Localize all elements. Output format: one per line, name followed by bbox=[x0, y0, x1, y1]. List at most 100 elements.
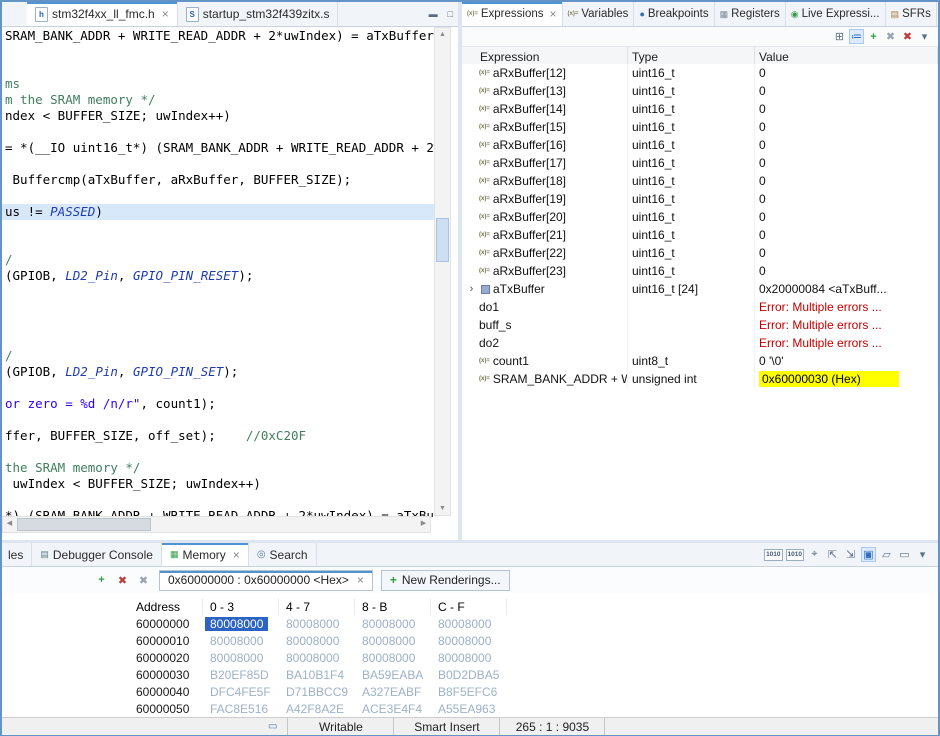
memory-cell[interactable]: ACE3E4F4 bbox=[355, 702, 431, 716]
expression-row[interactable]: (x)=aRxBuffer[15]uint16_t0 bbox=[462, 118, 938, 136]
expression-row[interactable]: (x)=aRxBuffer[22]uint16_t0 bbox=[462, 244, 938, 262]
scroll-up-icon[interactable]: ▲ bbox=[435, 28, 450, 41]
memory-row[interactable]: 6000001080008000800080008000800080008000 bbox=[129, 632, 938, 649]
scroll-right-icon[interactable]: ▶ bbox=[417, 517, 430, 532]
code-line[interactable] bbox=[5, 188, 434, 204]
code-line[interactable] bbox=[5, 316, 434, 332]
tab-registers[interactable]: ▦Registers bbox=[715, 2, 786, 26]
memory-cell[interactable]: 80008000 bbox=[279, 634, 355, 648]
expression-row[interactable]: (x)=aRxBuffer[19]uint16_t0 bbox=[462, 190, 938, 208]
tab-startup-stm32f439zitx-s[interactable]: Sstartup_stm32f439zitx.s bbox=[178, 2, 339, 26]
toggle-split-icon[interactable]: 1010 bbox=[786, 549, 804, 561]
memory-row[interactable]: 6000002080008000800080008000800080008000 bbox=[129, 649, 938, 666]
memory-cell[interactable]: 80008000 bbox=[355, 617, 431, 631]
code-line[interactable] bbox=[5, 444, 434, 460]
expression-row[interactable]: (x)=aRxBuffer[16]uint16_t0 bbox=[462, 136, 938, 154]
code-line[interactable]: / bbox=[5, 252, 434, 268]
view-menu-icon[interactable]: ▾ bbox=[917, 29, 932, 44]
code-line[interactable]: m the SRAM memory */ bbox=[5, 92, 434, 108]
expression-row[interactable]: (x)=aRxBuffer[21]uint16_t0 bbox=[462, 226, 938, 244]
code-line[interactable]: = *(__IO uint16_t*) (SRAM_BANK_ADDR + WR… bbox=[5, 140, 434, 156]
code-line[interactable]: ffer, BUFFER_SIZE, off_set); //0xC20F bbox=[5, 428, 434, 444]
tab-variables[interactable]: (x)=Variables bbox=[563, 2, 635, 26]
tab-debugger-console[interactable]: ▤Debugger Console bbox=[32, 543, 162, 566]
memory-cell[interactable]: B0D2DBA5 bbox=[431, 668, 507, 682]
code-line[interactable] bbox=[5, 284, 434, 300]
tab-expressions[interactable]: (x)=Expressions× bbox=[462, 2, 563, 26]
memory-cell[interactable]: 80008000 bbox=[203, 651, 279, 665]
code-line[interactable] bbox=[5, 412, 434, 428]
memory-cell[interactable]: DFC4FE5F bbox=[203, 685, 279, 699]
remove-all-expressions-icon[interactable]: ✖ bbox=[900, 29, 915, 44]
code-line[interactable] bbox=[5, 220, 434, 236]
expand-arrow-icon[interactable]: › bbox=[465, 283, 478, 295]
maximize-icon[interactable]: □ bbox=[448, 9, 453, 19]
memory-row[interactable]: 60000050FAC8E516A42F8A2EACE3E4F4A55EA963 bbox=[129, 700, 938, 717]
column-header-0-3[interactable]: 0 - 3 bbox=[203, 598, 279, 615]
memory-cell[interactable]: 80008000 bbox=[279, 617, 355, 631]
code-line[interactable]: ndex < BUFFER_SIZE; uwIndex++) bbox=[5, 108, 434, 124]
tab-search[interactable]: ◎Search bbox=[249, 543, 317, 566]
code-line[interactable] bbox=[5, 60, 434, 76]
expression-row[interactable]: (x)=count1uint8_t0 '\0' bbox=[462, 352, 938, 370]
vertical-scrollbar-thumb[interactable] bbox=[436, 218, 449, 262]
code-line[interactable] bbox=[5, 44, 434, 60]
column-header-address[interactable]: Address bbox=[129, 598, 203, 615]
code-line[interactable]: uwIndex < BUFFER_SIZE; uwIndex++) bbox=[5, 476, 434, 492]
remove-memory-monitor-icon[interactable]: ✖ bbox=[115, 573, 130, 588]
memory-cell[interactable]: 80008000 bbox=[431, 634, 507, 648]
column-header-c-f[interactable]: C - F bbox=[431, 598, 507, 615]
memory-cell[interactable]: FAC8E516 bbox=[203, 702, 279, 716]
add-expression-icon[interactable]: + bbox=[866, 29, 881, 44]
tab-memory[interactable]: ▦Memory× bbox=[162, 543, 249, 566]
code-line[interactable]: SRAM_BANK_ADDR + WRITE_READ_ADDR + 2*uwI… bbox=[5, 28, 434, 44]
memory-row[interactable]: 60000040DFC4FE5FD71BBCC9A327EABFB8F5EFC6 bbox=[129, 683, 938, 700]
close-icon[interactable]: × bbox=[357, 573, 364, 587]
column-header-8-b[interactable]: 8 - B bbox=[355, 598, 431, 615]
close-icon[interactable]: × bbox=[233, 548, 240, 562]
memory-cell[interactable]: A327EABF bbox=[355, 685, 431, 699]
view-menu-icon[interactable]: ▾ bbox=[915, 547, 930, 562]
memory-cell[interactable]: D71BBCC9 bbox=[279, 685, 355, 699]
import-memory-icon[interactable]: ⇱ bbox=[825, 547, 840, 562]
new-memory-view-icon[interactable]: ▭ bbox=[897, 547, 912, 562]
memory-cell[interactable]: A55EA963 bbox=[431, 702, 507, 716]
scroll-down-icon[interactable]: ▼ bbox=[435, 502, 450, 515]
code-line[interactable]: us != PASSED) bbox=[2, 204, 434, 220]
tab-breakpoints[interactable]: ●Breakpoints bbox=[634, 2, 714, 26]
expression-row[interactable]: (x)=aRxBuffer[20]uint16_t0 bbox=[462, 208, 938, 226]
code-line[interactable] bbox=[5, 124, 434, 140]
expression-row[interactable]: do2Error: Multiple errors ... bbox=[462, 334, 938, 352]
memory-cell[interactable]: 80008000 bbox=[355, 651, 431, 665]
code-line[interactable]: or zero = %d /n/r", count1); bbox=[5, 396, 434, 412]
expression-row[interactable]: (x)=SRAM_BANK_ADDR + WRunsigned int0x600… bbox=[462, 370, 938, 388]
memory-cell[interactable]: 80008000 bbox=[431, 651, 507, 665]
show-columns-icon[interactable]: ≔ bbox=[849, 29, 864, 44]
expression-row[interactable]: (x)=aRxBuffer[23]uint16_t0 bbox=[462, 262, 938, 280]
code-line[interactable]: ms bbox=[5, 76, 434, 92]
toggle-monitors-icon[interactable]: 1010 bbox=[764, 549, 782, 561]
minimize-icon[interactable]: ▬ bbox=[429, 9, 438, 19]
expression-row[interactable]: do1Error: Multiple errors ... bbox=[462, 298, 938, 316]
memory-cell[interactable]: 80008000 bbox=[203, 634, 279, 648]
memory-cell[interactable]: 80008000 bbox=[279, 651, 355, 665]
scroll-left-icon[interactable]: ◀ bbox=[3, 517, 16, 532]
memory-row[interactable]: 60000030B20EF85DBA10B1F4BA59EABAB0D2DBA5 bbox=[129, 666, 938, 683]
expression-row[interactable]: (x)=aRxBuffer[14]uint16_t0 bbox=[462, 100, 938, 118]
memory-cell[interactable]: A42F8A2E bbox=[279, 702, 355, 716]
memory-cell[interactable]: B8F5EFC6 bbox=[431, 685, 507, 699]
code-line[interactable] bbox=[5, 492, 434, 508]
close-icon[interactable]: × bbox=[549, 7, 556, 21]
expression-row[interactable]: (x)=aRxBuffer[17]uint16_t0 bbox=[462, 154, 938, 172]
code-line[interactable]: (GPIOB, LD2_Pin, GPIO_PIN_RESET); bbox=[5, 268, 434, 284]
memory-cell[interactable]: 80008000 bbox=[431, 617, 507, 631]
editor-vertical-scrollbar[interactable]: ▲ ▼ bbox=[434, 27, 451, 516]
memory-cell[interactable]: BA59EABA bbox=[355, 668, 431, 682]
new-renderings-tab[interactable]: + New Renderings... bbox=[381, 570, 510, 591]
add-memory-monitor-icon[interactable]: + bbox=[94, 573, 109, 588]
column-header-4-7[interactable]: 4 - 7 bbox=[279, 598, 355, 615]
code-line[interactable] bbox=[5, 332, 434, 348]
expression-row[interactable]: (x)=aRxBuffer[12]uint16_t0 bbox=[462, 64, 938, 82]
memory-row[interactable]: 6000000080008000800080008000800080008000 bbox=[129, 615, 938, 632]
code-line[interactable] bbox=[5, 300, 434, 316]
